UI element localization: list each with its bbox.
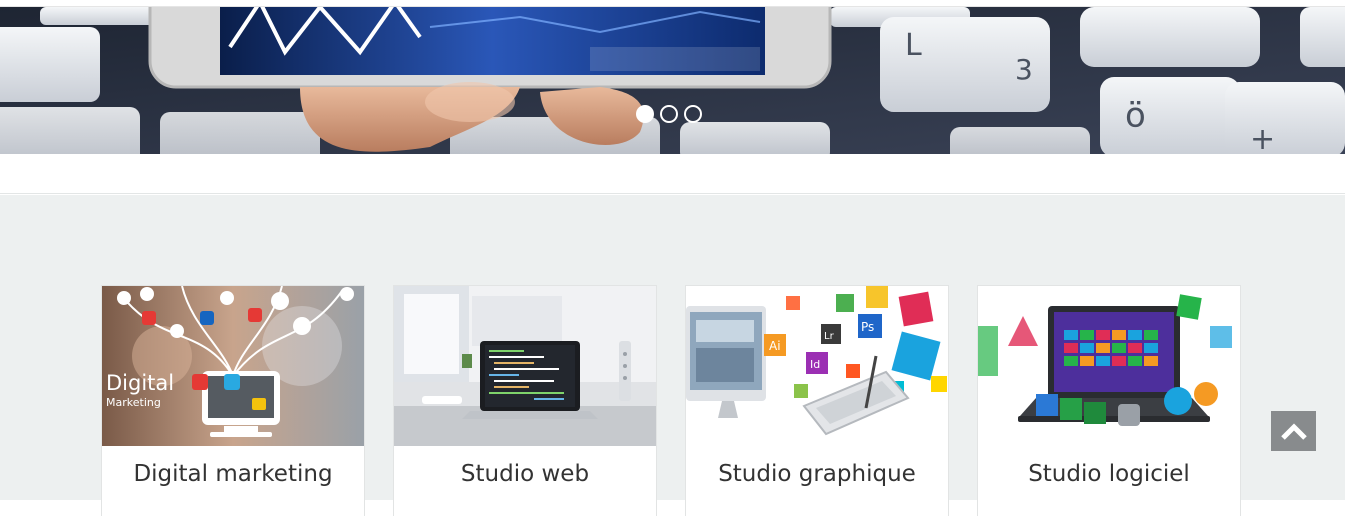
svg-text:Id: Id xyxy=(810,358,820,371)
digital-marketing-image-text: Digital xyxy=(106,371,174,395)
hero-image: L 3 ö + xyxy=(0,7,1345,154)
slider-dot-1[interactable] xyxy=(636,105,654,123)
service-title: Studio graphique xyxy=(718,460,916,487)
studio-web-image xyxy=(394,286,656,446)
svg-text:Ps: Ps xyxy=(861,320,874,334)
service-card-studio-graphique[interactable]: Ai Lr Ps Id Studio graphique xyxy=(686,286,948,516)
svg-text:+: + xyxy=(1250,122,1275,154)
service-card-digital-marketing[interactable]: Digital Marketing Digital marketing xyxy=(102,286,364,516)
top-navbar-edge xyxy=(0,0,1345,7)
section-spacer xyxy=(0,154,1345,194)
studio-graphique-image: Ai Lr Ps Id xyxy=(686,286,948,446)
studio-logiciel-image xyxy=(978,286,1240,446)
slider-pagination xyxy=(636,105,702,123)
svg-text:Lr: Lr xyxy=(824,331,835,342)
digital-marketing-image: Digital Marketing xyxy=(102,286,364,446)
slider-dot-3[interactable] xyxy=(684,105,702,123)
svg-text:3: 3 xyxy=(1015,53,1033,86)
service-title: Studio web xyxy=(460,460,590,487)
services-section: Digital Marketing Digital marketing Stud… xyxy=(0,195,1345,516)
chevron-up-icon xyxy=(1280,423,1307,440)
digital-marketing-image-subtext: Marketing xyxy=(106,396,161,409)
back-to-top-button[interactable] xyxy=(1271,411,1316,451)
svg-text:L: L xyxy=(905,28,922,63)
phone-graphic xyxy=(148,7,832,89)
service-title: Digital marketing xyxy=(133,460,333,487)
svg-text:ö: ö xyxy=(1125,96,1146,136)
hero-slider: L 3 ö + xyxy=(0,7,1345,154)
service-card-studio-web[interactable]: Studio web xyxy=(394,286,656,516)
slider-dot-2[interactable] xyxy=(660,105,678,123)
service-title: Studio logiciel xyxy=(1028,460,1190,487)
svg-text:Ai: Ai xyxy=(769,339,781,353)
service-card-studio-logiciel[interactable]: Studio logiciel xyxy=(978,286,1240,516)
